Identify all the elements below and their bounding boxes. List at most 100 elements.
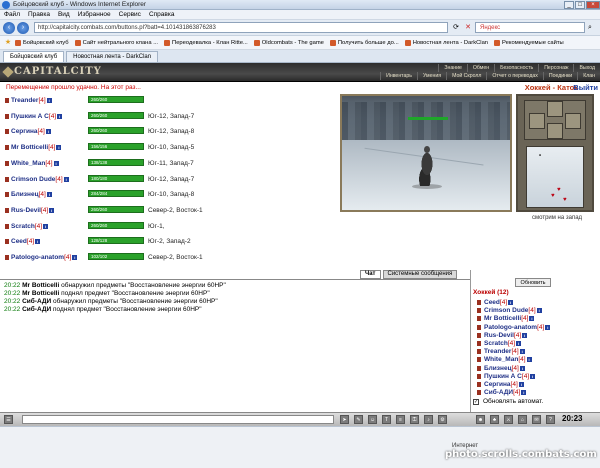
favorites-star-icon[interactable]: ★ (3, 38, 13, 48)
info-icon[interactable]: i (518, 382, 524, 387)
chat-mode-icon[interactable]: ☰ (4, 415, 13, 424)
player-name[interactable]: Scratch[4] i (5, 223, 49, 230)
game-nav-link[interactable]: Умения (416, 72, 446, 80)
fav-link[interactable]: Бойцовский клуб (15, 39, 69, 46)
room-member[interactable]: White_Man[4] i (477, 356, 532, 363)
close-button[interactable]: × (586, 0, 600, 9)
info-icon[interactable]: i (521, 390, 527, 396)
minimize-button[interactable]: _ (564, 0, 574, 9)
stop-icon[interactable]: ✕ (463, 23, 473, 33)
chat-author[interactable]: Сиб-АДИ (22, 298, 51, 305)
info-icon[interactable]: i (545, 324, 551, 330)
room-member[interactable]: Scratch[4] i (477, 340, 522, 347)
player-login[interactable]: Ceed (11, 238, 27, 245)
arrow-up-icon[interactable] (547, 101, 563, 117)
menu-tools[interactable]: Сервис (119, 11, 141, 18)
menu-view[interactable]: Вид (58, 11, 70, 18)
help-icon[interactable]: ? (546, 415, 555, 424)
search-icon[interactable]: ⌕ (585, 23, 595, 33)
people-icon[interactable]: ☻ (476, 415, 485, 424)
member-name[interactable]: Mr Botticelli (484, 315, 521, 322)
refresh-button[interactable]: Обновить (515, 278, 551, 287)
auto-refresh-checkbox[interactable]: ✓ Обновлять автомат. (473, 398, 543, 405)
room-member[interactable]: Patologo-anatom[4] i (477, 324, 551, 331)
lock-icon[interactable]: ⚿ (410, 415, 419, 424)
info-icon[interactable]: i (72, 255, 78, 260)
info-icon[interactable]: i (529, 316, 535, 322)
filter-icon[interactable]: ≡ (396, 415, 405, 424)
map-icon[interactable]: ⌂ (518, 415, 527, 424)
game-nav-link[interactable]: Поединки (542, 72, 577, 80)
smile-icon[interactable]: ☺ (368, 415, 377, 424)
info-icon[interactable]: i (45, 129, 51, 135)
info-icon[interactable]: i (56, 145, 62, 151)
minimap[interactable]: ♥ ♥ ♥ • (516, 94, 594, 212)
player-login[interactable]: Близнец (11, 191, 39, 198)
player-name[interactable]: White_Man[4] i (5, 160, 59, 167)
player-login[interactable]: Treander (11, 97, 38, 104)
fav-link[interactable]: Сайт нейтрального клана ... (74, 39, 158, 46)
mail-icon[interactable]: ✉ (532, 415, 541, 424)
info-icon[interactable]: i (530, 373, 536, 379)
player-login[interactable]: Scratch (11, 223, 35, 230)
player-login[interactable]: Crimson Dude (11, 176, 55, 183)
game-nav-link[interactable]: Мой Скролл (446, 72, 486, 80)
member-name[interactable]: Patologo-anatom (484, 324, 537, 331)
player-login[interactable]: Mr Botticelli (11, 144, 48, 151)
chat-time[interactable]: 20:22 (4, 298, 20, 305)
info-icon[interactable]: i (516, 341, 522, 346)
player-name[interactable]: Пушкин А С[4] i (5, 113, 63, 120)
game-nav-link[interactable]: Инвентарь (380, 72, 417, 80)
info-icon[interactable]: i (46, 192, 52, 198)
tab-darkclan[interactable]: Новостная лента - DarkClan (66, 51, 159, 62)
room-member[interactable]: Пушкин А С[4] i (477, 373, 536, 380)
game-nav-link[interactable]: Выход (573, 64, 600, 72)
sound-icon[interactable]: ♪ (424, 415, 433, 424)
checkbox-icon[interactable]: ✓ (473, 398, 479, 405)
player-name[interactable]: Treander[4] i (5, 97, 52, 104)
fav-link[interactable]: Получить больше до... (329, 39, 399, 46)
member-name[interactable]: Ceed (484, 299, 500, 306)
tab-combats[interactable]: Бойцовский клуб (3, 51, 65, 62)
player-login[interactable]: Сергина (11, 128, 38, 135)
tab-system-messages[interactable]: Системные сообщения (382, 270, 458, 279)
info-icon[interactable]: i (519, 349, 525, 355)
player-name[interactable]: Crimson Dude[4] i (5, 176, 69, 183)
member-name[interactable]: Treander (484, 348, 511, 355)
member-name[interactable]: Пушкин А С (484, 373, 522, 380)
game-nav-link[interactable]: Клан (577, 72, 600, 80)
member-name[interactable]: White_Man (484, 356, 518, 363)
player-login[interactable]: White_Man (11, 160, 45, 167)
menu-help[interactable]: Справка (149, 11, 175, 18)
arrow-down-icon[interactable] (547, 123, 563, 139)
minimap-controls[interactable] (524, 100, 586, 140)
info-icon[interactable]: i (43, 223, 49, 229)
info-icon[interactable]: i (49, 207, 55, 213)
room-member[interactable]: Treander[4] i (477, 348, 525, 355)
chat-time[interactable]: 20:22 (4, 290, 20, 297)
search-input[interactable]: Яндекс (475, 22, 585, 33)
info-icon[interactable]: i (57, 113, 63, 119)
fav-link[interactable]: Новостная лента - DarkClan (404, 39, 488, 46)
room-member[interactable]: Сергина[4] i (477, 381, 524, 388)
chat-author[interactable]: Mr Botticelli (22, 290, 59, 297)
game-nav-link[interactable]: Знание (438, 64, 467, 72)
chat-author[interactable]: Сиб-АДИ (22, 306, 51, 313)
chat-input[interactable] (22, 415, 334, 424)
player-name[interactable]: Ceed[4] i (5, 238, 41, 245)
info-icon[interactable]: i (526, 357, 532, 363)
player-name[interactable]: Близнец[4] i (5, 191, 52, 198)
chat-author[interactable]: Mr Botticelli (22, 282, 59, 289)
room-member[interactable]: Сиб-АДИ[4] i (477, 389, 527, 396)
room-member[interactable]: Crimson Dude[4] i (477, 307, 542, 314)
arrow-right-icon[interactable] (565, 113, 581, 129)
fav-link[interactable]: Рекомендуемые сайты (494, 39, 564, 46)
clear-icon[interactable]: ✎ (354, 415, 363, 424)
maximize-button[interactable]: □ (575, 0, 585, 9)
room-member[interactable]: Rus-Devil[4] i (477, 332, 528, 339)
url-input[interactable]: http://capitalcity.combats.com/buttons.p… (34, 22, 448, 33)
member-name[interactable]: Сиб-АДИ (484, 389, 513, 396)
menu-edit[interactable]: Правка (28, 11, 50, 18)
fav-link[interactable]: Oldcombats - The game (253, 39, 324, 46)
info-icon[interactable]: i (46, 98, 52, 103)
